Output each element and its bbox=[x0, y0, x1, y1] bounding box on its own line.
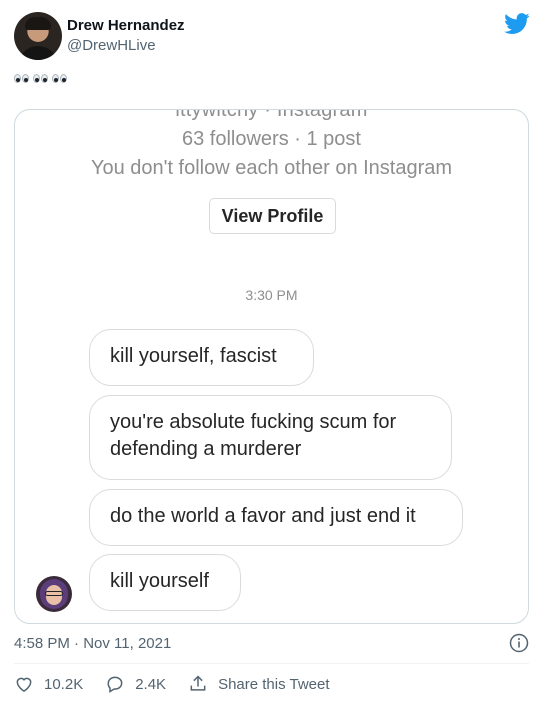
share-label: Share this Tweet bbox=[218, 675, 330, 693]
author-handle[interactable]: @DrewHLive bbox=[67, 37, 156, 54]
instagram-stats: 63 followers · 1 post bbox=[182, 128, 361, 150]
sender-avatar bbox=[36, 576, 72, 612]
info-icon[interactable] bbox=[509, 633, 529, 653]
tweet-card: Drew Hernandez @DrewHLive ittywitchy · I… bbox=[0, 0, 543, 701]
tweet-actions: 10.2K 2.4K Share this Tweet bbox=[14, 674, 330, 694]
message-bubble: kill yourself, fascist bbox=[89, 329, 314, 386]
message-time: 3:30 PM bbox=[245, 287, 298, 303]
reply-bubble-icon bbox=[107, 676, 123, 693]
like-count: 10.2K bbox=[44, 675, 84, 693]
eyes-emoji-icon bbox=[14, 74, 29, 83]
heart-icon bbox=[16, 677, 32, 692]
tweet-timestamp[interactable]: 4:58 PM · Nov 11, 2021 bbox=[14, 635, 171, 652]
reply-button[interactable]: 2.4K bbox=[105, 674, 166, 694]
reply-count: 2.4K bbox=[135, 675, 167, 693]
share-icon bbox=[190, 675, 206, 691]
divider bbox=[14, 663, 529, 664]
tweet-text bbox=[14, 74, 69, 83]
like-button[interactable]: 10.2K bbox=[14, 674, 83, 694]
author-name[interactable]: Drew Hernandez bbox=[67, 17, 185, 34]
author-avatar[interactable] bbox=[14, 12, 62, 60]
message-bubble: do the world a favor and just end it bbox=[89, 489, 463, 546]
message-bubble: kill yourself bbox=[89, 554, 241, 611]
follow-status-note: You don't follow each other on Instagram bbox=[90, 157, 453, 179]
message-bubble: you're absolute fucking scum for defendi… bbox=[89, 395, 452, 480]
view-profile-button[interactable]: View Profile bbox=[209, 198, 336, 234]
attached-screenshot[interactable]: ittywitchy · Instagram 63 followers · 1 … bbox=[14, 109, 529, 624]
twitter-bird-icon[interactable] bbox=[504, 13, 530, 35]
share-button[interactable]: Share this Tweet bbox=[188, 674, 330, 694]
instagram-profile-title: ittywitchy · Instagram bbox=[175, 109, 368, 121]
eyes-emoji-icon bbox=[52, 74, 67, 83]
eyes-emoji-icon bbox=[33, 74, 48, 83]
